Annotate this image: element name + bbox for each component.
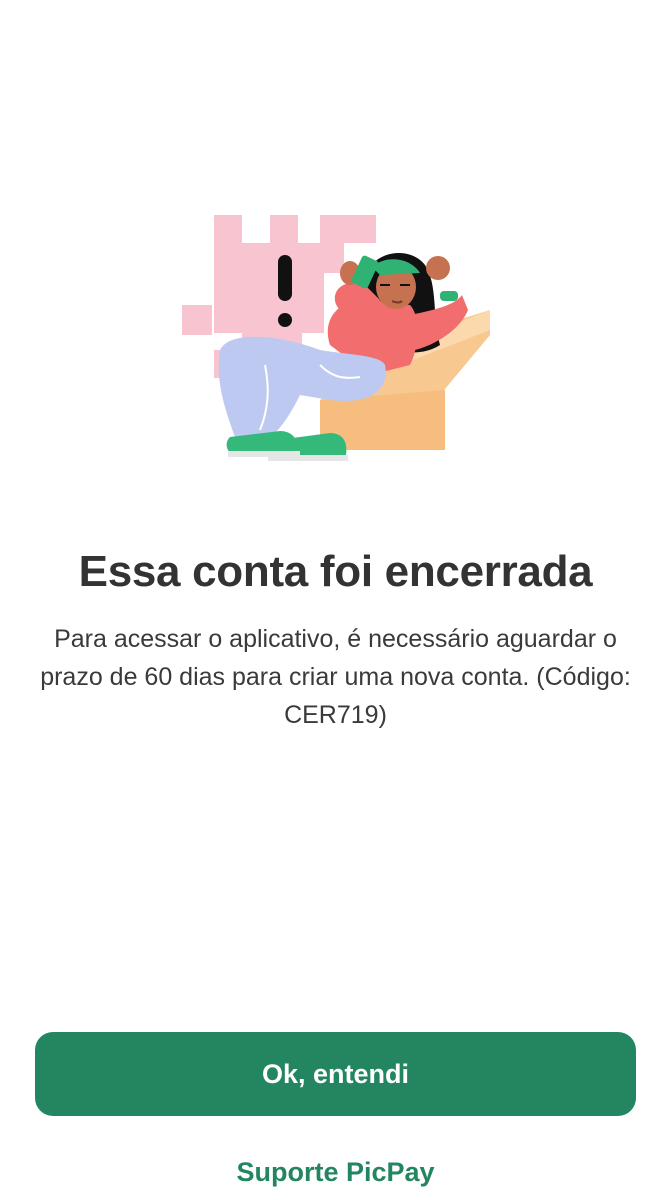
right-hand [426,256,450,280]
exclamation-icon [278,255,292,327]
page-title: Essa conta foi encerrada [78,547,593,596]
closed-account-message: Para acessar o aplicativo, é necessário … [40,625,631,729]
illustration-svg [182,215,490,461]
sole-right [268,455,348,461]
closed-account-illustration [170,205,500,470]
picpay-support-link[interactable]: Suporte PicPay [0,1150,671,1194]
ok-understood-button[interactable]: Ok, entendi [35,1032,636,1116]
wristband [440,291,458,301]
